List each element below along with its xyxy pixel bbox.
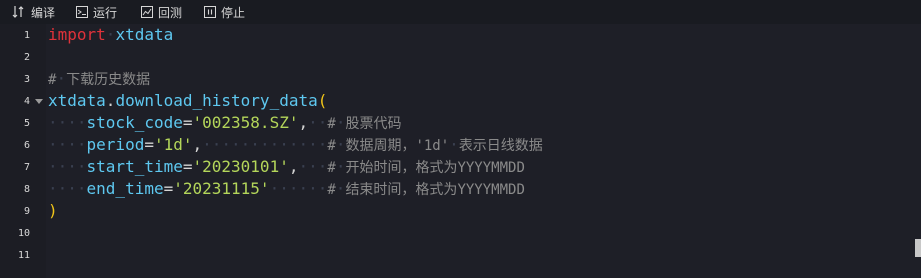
- param-name: start_time: [86, 157, 183, 176]
- string-value: '002358.SZ': [192, 113, 299, 132]
- equals: =: [163, 179, 174, 198]
- code-line-5: ····stock_code='002358.SZ',··#·股票代码: [48, 112, 401, 134]
- line-number: 8: [23, 184, 30, 195]
- stop-label: 停止: [221, 5, 246, 20]
- indent-marker: ····: [48, 179, 87, 198]
- line-number: 10: [17, 228, 30, 239]
- code-line-7: ····start_time='20230101',···#·开始时间，格式为Y…: [48, 156, 525, 178]
- indent-marker: ····: [48, 135, 87, 154]
- comment-text: 结束时间，格式为: [345, 182, 458, 198]
- stop-icon: [203, 5, 217, 19]
- whitespace-marker: ······: [269, 179, 328, 198]
- whitespace-marker: ·: [335, 135, 346, 154]
- code-line-6: ····period='1d',·············#·数据周期，'1d'…: [48, 134, 543, 156]
- whitespace-marker: ·: [335, 113, 346, 132]
- string-value: '1d': [153, 135, 193, 154]
- scrollbar-thumb[interactable]: [915, 239, 921, 257]
- whitespace-marker: ·: [105, 25, 116, 44]
- code-area[interactable]: import·xtdata #·下载历史数据 xtdata.download_h…: [47, 24, 921, 278]
- whitespace-marker: ·: [335, 179, 346, 198]
- equals: =: [144, 135, 154, 154]
- line-number: 3: [23, 74, 30, 85]
- comment-hash: #: [327, 116, 336, 132]
- string-value: '20231115': [173, 179, 270, 198]
- comment-text: YYYYMMDD: [457, 160, 525, 176]
- comment-text: YYYYMMDD: [457, 182, 525, 198]
- stop-button[interactable]: 停止: [203, 0, 245, 24]
- comment-text: 下载历史数据: [66, 72, 151, 88]
- equals: =: [182, 113, 193, 132]
- toolbar: 编译 运行 回测 停止: [0, 0, 921, 24]
- whitespace-marker: ·············: [202, 135, 328, 154]
- object-name: xtdata: [48, 91, 106, 110]
- code-line-4: xtdata.download_history_data(: [48, 90, 327, 112]
- compile-icon: [11, 4, 27, 20]
- string-value: '20230101': [192, 157, 289, 176]
- run-label: 运行: [93, 5, 118, 20]
- comma: ,: [192, 135, 203, 154]
- module-name: xtdata: [115, 25, 174, 44]
- line-number: 7: [23, 162, 30, 173]
- run-icon: [75, 5, 89, 19]
- backtest-label: 回测: [158, 5, 183, 20]
- line-number: 6: [23, 140, 30, 151]
- line-number: 2: [23, 52, 30, 63]
- whitespace-marker: ···: [298, 157, 328, 176]
- line-number: 1: [23, 30, 30, 41]
- comment-text: 数据周期，: [345, 138, 416, 154]
- run-button[interactable]: 运行: [75, 0, 117, 24]
- comment-text: 股票代码: [345, 116, 402, 132]
- comma: ,: [298, 113, 309, 132]
- backtest-icon: [140, 5, 154, 19]
- compile-label: 编译: [31, 5, 56, 20]
- dot: .: [105, 91, 116, 110]
- comment-hash: #: [327, 138, 336, 154]
- fold-arrow-icon[interactable]: [35, 99, 43, 104]
- param-name: period: [86, 135, 145, 154]
- whitespace-marker: ··: [308, 113, 328, 132]
- code-line-3: #·下载历史数据: [48, 68, 150, 90]
- comment-text: '1d': [415, 138, 450, 154]
- open-paren: (: [317, 91, 328, 110]
- line-number: 11: [17, 250, 30, 261]
- indent-marker: ····: [48, 157, 87, 176]
- code-line-8: ····end_time='20231115'······#·结束时间，格式为Y…: [48, 178, 525, 200]
- whitespace-marker: ·: [56, 69, 67, 88]
- code-editor[interactable]: 1 2 3 4 5 6 7 8 9 10 11 import·xtdata #·…: [0, 24, 921, 278]
- keyword: import: [48, 25, 106, 44]
- param-name: end_time: [86, 179, 164, 198]
- equals: =: [182, 157, 193, 176]
- close-paren: ): [48, 201, 58, 220]
- param-name: stock_code: [86, 113, 183, 132]
- line-number-gutter: 1 2 3 4 5 6 7 8 9 10 11: [0, 24, 46, 278]
- backtest-button[interactable]: 回测: [140, 0, 182, 24]
- indent-marker: ····: [48, 113, 87, 132]
- code-line-9: ): [48, 200, 58, 222]
- compile-button[interactable]: 编译: [11, 0, 55, 24]
- line-number: 5: [23, 118, 30, 129]
- line-number: 9: [23, 206, 30, 217]
- comment-hash: #: [327, 160, 336, 176]
- line-number: 4: [23, 96, 30, 107]
- comment-hash: #: [327, 182, 336, 198]
- function-name: download_history_data: [115, 91, 318, 110]
- whitespace-marker: ·: [449, 135, 459, 154]
- comment-text: 表示日线数据: [458, 138, 543, 154]
- comment-text: 开始时间，格式为: [345, 160, 458, 176]
- code-line-1: import·xtdata: [48, 24, 173, 46]
- whitespace-marker: ·: [335, 157, 346, 176]
